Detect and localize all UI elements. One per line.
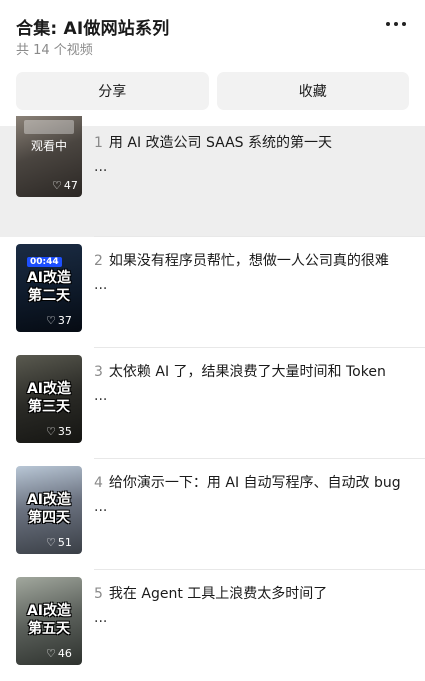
item-title[interactable]: 5 我在 Agent 工具上浪费太多时间了 <box>94 584 409 604</box>
item-title-text: 如果没有程序员帮忙，想做一人公司真的很难 <box>108 253 389 269</box>
action-row: 分享 收藏 <box>16 72 409 110</box>
overlay-day-text: 第三天 <box>28 399 70 415</box>
likes-count: ♡ 51 <box>46 536 72 549</box>
time-badge: 00:44 <box>27 257 62 267</box>
overlay-day-text: 第二天 <box>28 288 70 304</box>
item-title-text: 给你演示一下：用 AI 自动写程序、自动改 bug <box>108 475 401 491</box>
dot <box>402 22 406 26</box>
thumbnail-text-fragment <box>24 120 74 134</box>
item-title[interactable]: 3 太依赖 AI 了，结果浪费了大量时间和 Token <box>94 362 409 382</box>
heart-icon: ♡ <box>52 179 62 192</box>
favorite-button[interactable]: 收藏 <box>216 72 409 110</box>
watching-label: 观看中 <box>30 139 67 153</box>
item-description: ... <box>94 159 108 175</box>
likes-count: ♡ 37 <box>46 314 72 327</box>
item-info: 2 如果没有程序员帮忙，想做一人公司真的很难 ... <box>94 251 409 295</box>
overlay-ai-text: AI改造 <box>26 492 72 508</box>
item-description: ... <box>94 499 108 515</box>
collection-title: 合集: AI做网站系列 <box>16 19 170 39</box>
item-description: ... <box>94 388 108 404</box>
more-dots-icon[interactable] <box>381 12 411 36</box>
likes-value: 37 <box>57 314 72 327</box>
list-item[interactable]: 00:44 AI改造 第二天 ♡ 37 2 如果没有程序员帮忙，想做一人公司真的很… <box>0 237 425 348</box>
likes-count: ♡ 47 <box>52 179 78 192</box>
item-info: 4 给你演示一下：用 AI 自动写程序、自动改 bug ... <box>94 473 409 517</box>
item-info: 5 我在 Agent 工具上浪费太多时间了 ... <box>94 584 409 628</box>
video-thumbnail[interactable]: 00:44 AI改造 第二天 ♡ 37 <box>16 244 82 332</box>
list-item[interactable]: AI改造 第五天 ♡ 46 5 我在 Agent 工具上浪费太多时间了 ... <box>0 570 425 681</box>
likes-value: 47 <box>63 179 78 192</box>
item-title-text: 太依赖 AI 了，结果浪费了大量时间和 Token <box>108 364 386 380</box>
item-title-text: 用 AI 改造公司 SAAS 系统的第一天 <box>108 135 333 151</box>
overlay-ai-text: AI改造 <box>26 381 72 397</box>
item-title[interactable]: 2 如果没有程序员帮忙，想做一人公司真的很难 <box>94 251 409 271</box>
item-number: 4 <box>94 475 103 491</box>
dot <box>386 22 390 26</box>
item-description: ... <box>94 610 108 626</box>
item-description: ... <box>94 277 108 293</box>
item-title[interactable]: 4 给你演示一下：用 AI 自动写程序、自动改 bug <box>94 473 409 493</box>
overlay-day-text: 第四天 <box>28 510 70 526</box>
heart-icon: ♡ <box>46 425 56 438</box>
likes-value: 51 <box>57 536 72 549</box>
heart-icon: ♡ <box>46 314 56 327</box>
item-number: 3 <box>94 364 103 380</box>
video-thumbnail[interactable]: AI改造 第五天 ♡ 46 <box>16 577 82 665</box>
video-thumbnail[interactable]: 观看中 ♡ 47 <box>16 116 82 197</box>
list-item[interactable]: AI改造 第三天 ♡ 35 3 太依赖 AI 了，结果浪费了大量时间和 Token… <box>0 348 425 459</box>
item-title-text: 我在 Agent 工具上浪费太多时间了 <box>108 586 328 602</box>
list-item[interactable]: 观看中 ♡ 47 1 用 AI 改造公司 SAAS 系统的第一天 ... <box>0 116 425 237</box>
collection-header: 合集: AI做网站系列 共 14 个视频 分享 收藏 <box>0 0 425 120</box>
item-info: 1 用 AI 改造公司 SAAS 系统的第一天 ... <box>94 133 409 177</box>
share-button[interactable]: 分享 <box>16 72 209 110</box>
video-list: 观看中 ♡ 47 1 用 AI 改造公司 SAAS 系统的第一天 ... 00:4… <box>0 116 425 681</box>
item-number: 1 <box>94 135 103 151</box>
heart-icon: ♡ <box>46 536 56 549</box>
video-thumbnail[interactable]: AI改造 第四天 ♡ 51 <box>16 466 82 554</box>
item-info: 3 太依赖 AI 了，结果浪费了大量时间和 Token ... <box>94 362 409 406</box>
item-number: 5 <box>94 586 103 602</box>
likes-value: 35 <box>57 425 72 438</box>
overlay-ai-text: AI改造 <box>26 603 72 619</box>
video-thumbnail[interactable]: AI改造 第三天 ♡ 35 <box>16 355 82 443</box>
item-number: 2 <box>94 253 103 269</box>
list-item[interactable]: AI改造 第四天 ♡ 51 4 给你演示一下：用 AI 自动写程序、自动改 bug… <box>0 459 425 570</box>
likes-count: ♡ 35 <box>46 425 72 438</box>
overlay-day-text: 第五天 <box>28 621 70 637</box>
video-count: 共 14 个视频 <box>16 43 93 58</box>
dot <box>394 22 398 26</box>
overlay-ai-text: AI改造 <box>26 270 72 286</box>
item-title[interactable]: 1 用 AI 改造公司 SAAS 系统的第一天 <box>94 133 409 153</box>
